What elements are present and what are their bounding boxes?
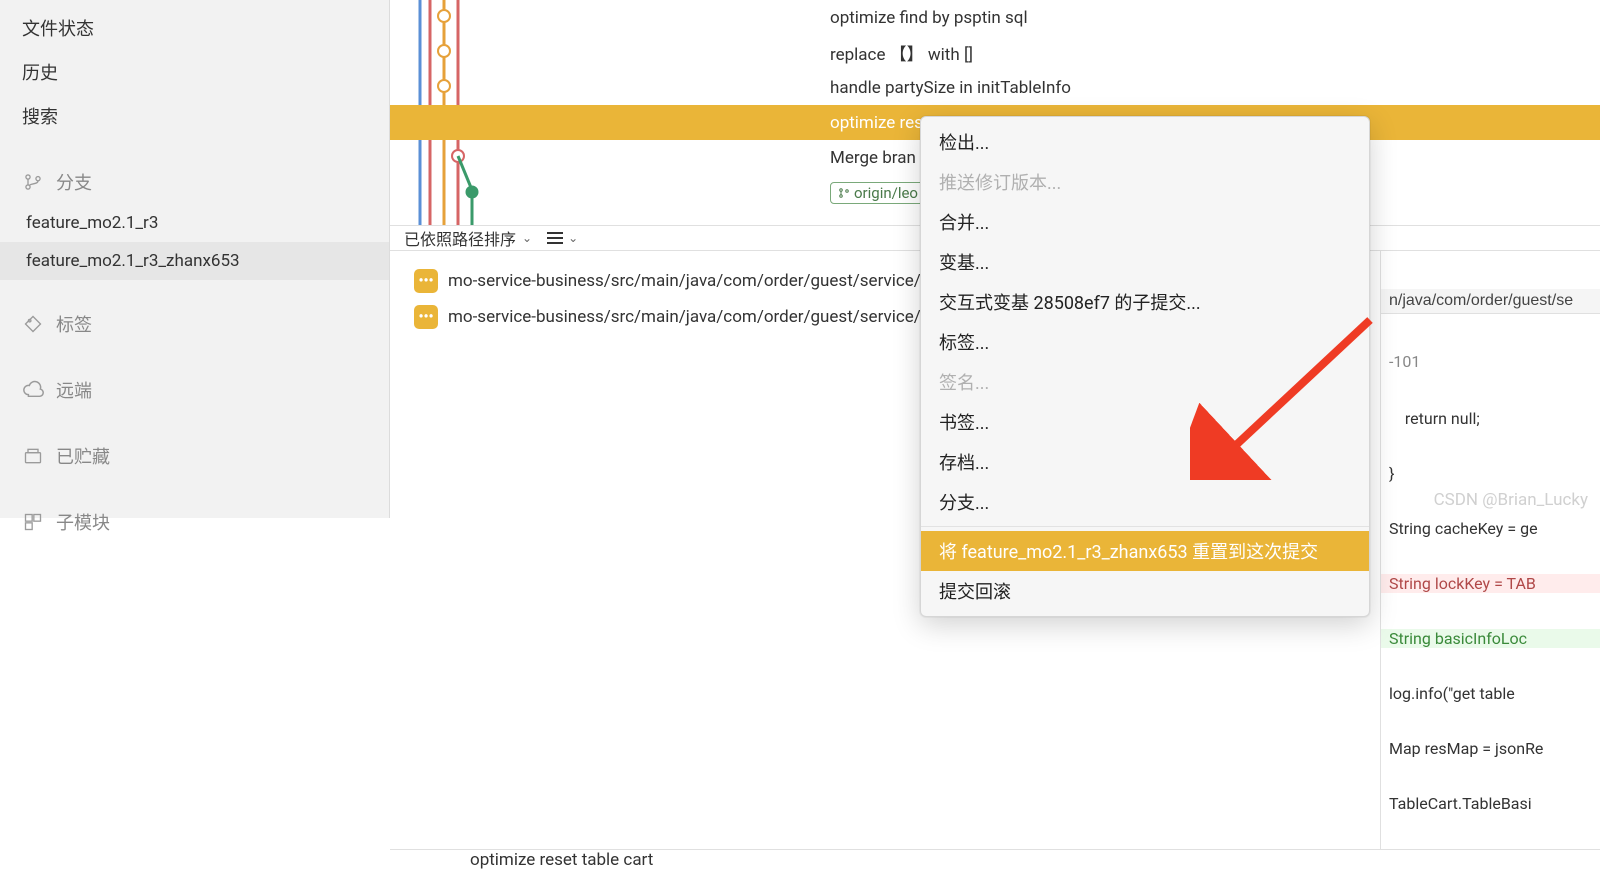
sidebar-item-history[interactable]: 历史 bbox=[0, 50, 389, 94]
chevron-down-icon: ⌄ bbox=[568, 231, 578, 245]
menu-checkout[interactable]: 检出... bbox=[921, 122, 1369, 162]
label: 搜索 bbox=[22, 103, 58, 129]
menu-branch[interactable]: 分支... bbox=[921, 482, 1369, 522]
commit-row[interactable]: replace 【】 with [] bbox=[390, 35, 1600, 70]
branch-item-selected[interactable]: feature_mo2.1_r3_zhanx653 bbox=[0, 242, 389, 280]
menu-merge[interactable]: 合并... bbox=[921, 202, 1369, 242]
menu-interactive-rebase[interactable]: 交互式变基 28508ef7 的子提交... bbox=[921, 282, 1369, 322]
cloud-icon bbox=[22, 379, 44, 401]
commit-msg: handle partySize in initTableInfo bbox=[830, 78, 1071, 98]
diff-line: TableCart.TableBasi bbox=[1381, 794, 1600, 813]
diff-hunk: -101 bbox=[1381, 350, 1600, 373]
commit-message-box: optimize reset table cart bbox=[390, 849, 1600, 870]
menu-bookmark[interactable]: 书签... bbox=[921, 402, 1369, 442]
menu-rebase[interactable]: 变基... bbox=[921, 242, 1369, 282]
branch-icon bbox=[838, 187, 850, 199]
label: 远端 bbox=[56, 377, 92, 403]
file-status-badge: ••• bbox=[414, 305, 438, 329]
menu-separator bbox=[921, 526, 1369, 527]
diff-line-deleted: String lockKey = TAB bbox=[1381, 574, 1600, 593]
sidebar: 文件状态 历史 搜索 分支 feature_mo2.1_r3 feature_m… bbox=[0, 0, 390, 518]
branches-header[interactable]: 分支 bbox=[0, 160, 389, 204]
diff-line-added: String basicInfoLoc bbox=[1381, 629, 1600, 648]
list-icon bbox=[546, 231, 564, 245]
label: 子模块 bbox=[56, 509, 110, 535]
watermark: CSDN @Brian_Lucky bbox=[1434, 490, 1588, 510]
label: 历史 bbox=[22, 59, 58, 85]
stash-header[interactable]: 已贮藏 bbox=[0, 434, 389, 478]
diff-line: return null; bbox=[1381, 409, 1600, 428]
menu-reset-to-commit[interactable]: 将 feature_mo2.1_r3_zhanx653 重置到这次提交 bbox=[921, 531, 1369, 571]
chip-label: origin/leo bbox=[854, 184, 918, 202]
label: 已贮藏 bbox=[56, 443, 110, 469]
remote-branch-chip[interactable]: origin/leo bbox=[830, 182, 926, 204]
file-status-badge: ••• bbox=[414, 269, 438, 293]
sidebar-item-search[interactable]: 搜索 bbox=[0, 94, 389, 138]
view-mode-dropdown[interactable]: ⌄ bbox=[546, 231, 578, 245]
diff-line: } bbox=[1381, 464, 1600, 483]
commit-msg: optimize res bbox=[830, 113, 923, 133]
chevron-down-icon: ⌄ bbox=[522, 231, 532, 245]
menu-sign: 签名... bbox=[921, 362, 1369, 402]
commit-row[interactable]: handle partySize in initTableInfo bbox=[390, 70, 1600, 105]
file-path: mo-service-business/src/main/java/com/or… bbox=[448, 307, 986, 327]
sort-dropdown[interactable]: 已依照路径排序 ⌄ bbox=[404, 226, 532, 250]
commit-msg: Merge bran bbox=[830, 148, 916, 168]
remote-header[interactable]: 远端 bbox=[0, 368, 389, 412]
sidebar-item-filestatus[interactable]: 文件状态 bbox=[0, 6, 389, 50]
diff-line: String cacheKey = ge bbox=[1381, 519, 1600, 538]
menu-tag[interactable]: 标签... bbox=[921, 322, 1369, 362]
label: 分支 bbox=[56, 169, 92, 195]
label: 文件状态 bbox=[22, 15, 94, 41]
context-menu: 检出... 推送修订版本... 合并... 变基... 交互式变基 28508e… bbox=[920, 116, 1370, 617]
tags-header[interactable]: 标签 bbox=[0, 302, 389, 346]
commit-full-message: optimize reset table cart bbox=[470, 850, 653, 870]
commit-row[interactable]: optimize find by psptin sql bbox=[390, 0, 1600, 35]
submodule-header[interactable]: 子模块 bbox=[0, 500, 389, 544]
diff-line: log.info("get table bbox=[1381, 684, 1600, 703]
stash-icon bbox=[22, 445, 44, 467]
file-path: mo-service-business/src/main/java/com/or… bbox=[448, 271, 983, 291]
diff-file-header: n/java/com/order/guest/se bbox=[1381, 289, 1600, 314]
diff-line: Map resMap = jsonRe bbox=[1381, 739, 1600, 758]
menu-push-revision: 推送修订版本... bbox=[921, 162, 1369, 202]
commit-msg: optimize find by psptin sql bbox=[830, 8, 1028, 28]
sort-label: 已依照路径排序 bbox=[404, 226, 516, 250]
submodule-icon bbox=[22, 511, 44, 533]
tag-icon bbox=[22, 313, 44, 335]
branch-item[interactable]: feature_mo2.1_r3 bbox=[0, 204, 389, 242]
menu-revert-commit[interactable]: 提交回滚 bbox=[921, 571, 1369, 611]
branch-icon bbox=[22, 171, 44, 193]
diff-panel: n/java/com/order/guest/se -101 return nu… bbox=[1380, 251, 1600, 849]
label: 标签 bbox=[56, 311, 92, 337]
commit-msg: replace 【】 with [] bbox=[830, 40, 973, 65]
menu-archive[interactable]: 存档... bbox=[921, 442, 1369, 482]
